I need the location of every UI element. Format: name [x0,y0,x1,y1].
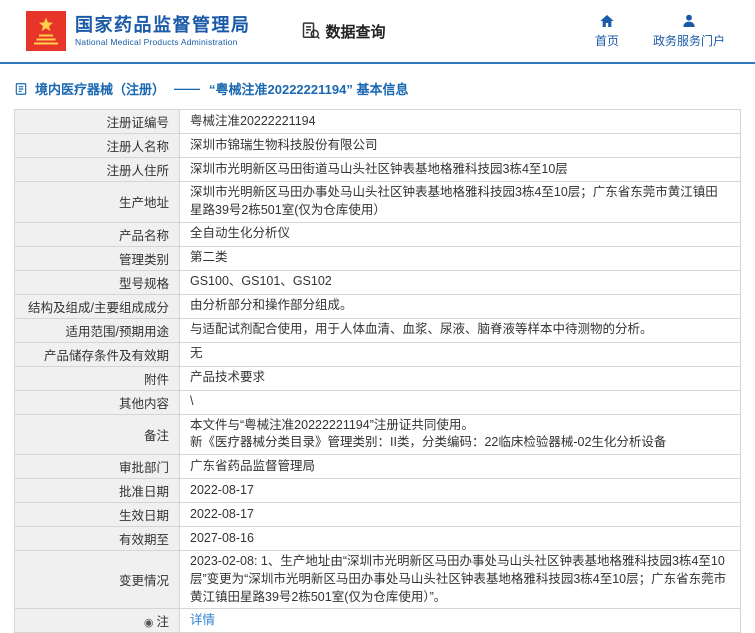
site-header: 国家药品监督管理局 National Medical Products Admi… [0,0,755,62]
table-row: 附件 产品技术要求 [15,366,741,390]
breadcrumb: 境内医疗器械（注册） —— “粤械注准20222221194” 基本信息 [0,64,755,109]
field-value: 深圳市光明新区马田街道马山头社区钟表基地格雅科技园3栋4至10层 [180,158,741,182]
table-row: 型号规格 GS100、GS101、GS102 [15,270,741,294]
field-label: 附件 [15,366,180,390]
nav-portal-label: 政务服务门户 [653,32,725,49]
field-value: 与适配试剂配合使用，用于人体血清、血浆、尿液、脑脊液等样本中待测物的分析。 [180,318,741,342]
home-icon [599,13,615,29]
field-value: 本文件与“粤械注准20222221194”注册证共同使用。 新《医疗器械分类目录… [180,414,741,455]
table-row: 变更情况 2023-02-08: 1、生产地址由“深圳市光明新区马田办事处马山头… [15,551,741,609]
note-bullet-icon: ◉ [144,616,154,629]
field-label: 型号规格 [15,270,180,294]
field-label: 生效日期 [15,503,180,527]
table-row: 产品名称 全自动生化分析仪 [15,222,741,246]
person-icon [681,13,697,29]
nav-item-home[interactable]: 首页 [595,13,619,49]
field-value: 深圳市锦瑞生物科技股份有限公司 [180,134,741,158]
table-row: 注册人住所 深圳市光明新区马田街道马山头社区钟表基地格雅科技园3栋4至10层 [15,158,741,182]
field-value: 2022-08-17 [180,479,741,503]
nav-item-portal[interactable]: 政务服务门户 [653,13,725,49]
field-label: 注册人名称 [15,134,180,158]
table-row: 生效日期 2022-08-17 [15,503,741,527]
field-label: 有效期至 [15,527,180,551]
field-label: 适用范围/预期用途 [15,318,180,342]
data-query-label: 数据查询 [326,21,386,42]
field-label: 备注 [15,414,180,455]
field-value: 2023-02-08: 1、生产地址由“深圳市光明新区马田办事处马山头社区钟表基… [180,551,741,609]
field-label: 生产地址 [15,182,180,223]
field-label: 审批部门 [15,455,180,479]
field-label: 管理类别 [15,246,180,270]
breadcrumb-section: 境内医疗器械（注册） [35,79,165,98]
field-label-text: 注 [156,615,169,629]
org-title-block: 国家药品监督管理局 National Medical Products Admi… [75,15,251,48]
field-value: 由分析部分和操作部分组成。 [180,294,741,318]
table-row: 产品储存条件及有效期 无 [15,342,741,366]
field-label: 变更情况 [15,551,180,609]
nmpa-emblem-logo[interactable] [26,11,66,51]
field-value: 无 [180,342,741,366]
table-row: 有效期至 2027-08-16 [15,527,741,551]
top-nav: 首页 政务服务门户 [595,13,729,49]
breadcrumb-dash: —— [174,81,200,96]
field-value: GS100、GS101、GS102 [180,270,741,294]
field-label: 产品名称 [15,222,180,246]
table-row: 注册人名称 深圳市锦瑞生物科技股份有限公司 [15,134,741,158]
table-row: 适用范围/预期用途 与适配试剂配合使用，用于人体血清、血浆、尿液、脑脊液等样本中… [15,318,741,342]
table-row: 审批部门 广东省药品监督管理局 [15,455,741,479]
field-value: 粤械注准20222221194 [180,110,741,134]
breadcrumb-title: “粤械注准20222221194” 基本信息 [209,79,408,98]
data-query-section[interactable]: 数据查询 [301,21,386,42]
field-label: 注册人住所 [15,158,180,182]
field-label: 批准日期 [15,479,180,503]
registration-info-table: 注册证编号 粤械注准20222221194 注册人名称 深圳市锦瑞生物科技股份有… [14,109,741,633]
field-value: \ [180,390,741,414]
table-row: 批准日期 2022-08-17 [15,479,741,503]
field-value: 全自动生化分析仪 [180,222,741,246]
field-value: 2022-08-17 [180,503,741,527]
field-label: ◉注 [15,609,180,633]
table-row: ◉注 详情 [15,609,741,633]
field-label: 其他内容 [15,390,180,414]
table-row: 备注 本文件与“粤械注准20222221194”注册证共同使用。 新《医疗器械分… [15,414,741,455]
field-value: 第二类 [180,246,741,270]
table-row: 生产地址 深圳市光明新区马田办事处马山头社区钟表基地格雅科技园3栋4至10层；广… [15,182,741,223]
field-label: 产品储存条件及有效期 [15,342,180,366]
details-link[interactable]: 详情 [190,613,215,627]
table-row: 其他内容 \ [15,390,741,414]
table-row: 管理类别 第二类 [15,246,741,270]
field-value: 2027-08-16 [180,527,741,551]
field-value: 产品技术要求 [180,366,741,390]
field-label: 注册证编号 [15,110,180,134]
document-icon [14,82,28,96]
field-label: 结构及组成/主要组成成分 [15,294,180,318]
field-value: 深圳市光明新区马田办事处马山头社区钟表基地格雅科技园3栋4至10层；广东省东莞市… [180,182,741,223]
field-value: 详情 [180,609,741,633]
field-value: 广东省药品监督管理局 [180,455,741,479]
table-row: 注册证编号 粤械注准20222221194 [15,110,741,134]
org-name-en: National Medical Products Administration [75,37,251,47]
table-row: 结构及组成/主要组成成分 由分析部分和操作部分组成。 [15,294,741,318]
data-query-icon [301,21,321,41]
org-name-cn: 国家药品监督管理局 [75,15,251,36]
nav-home-label: 首页 [595,32,619,49]
